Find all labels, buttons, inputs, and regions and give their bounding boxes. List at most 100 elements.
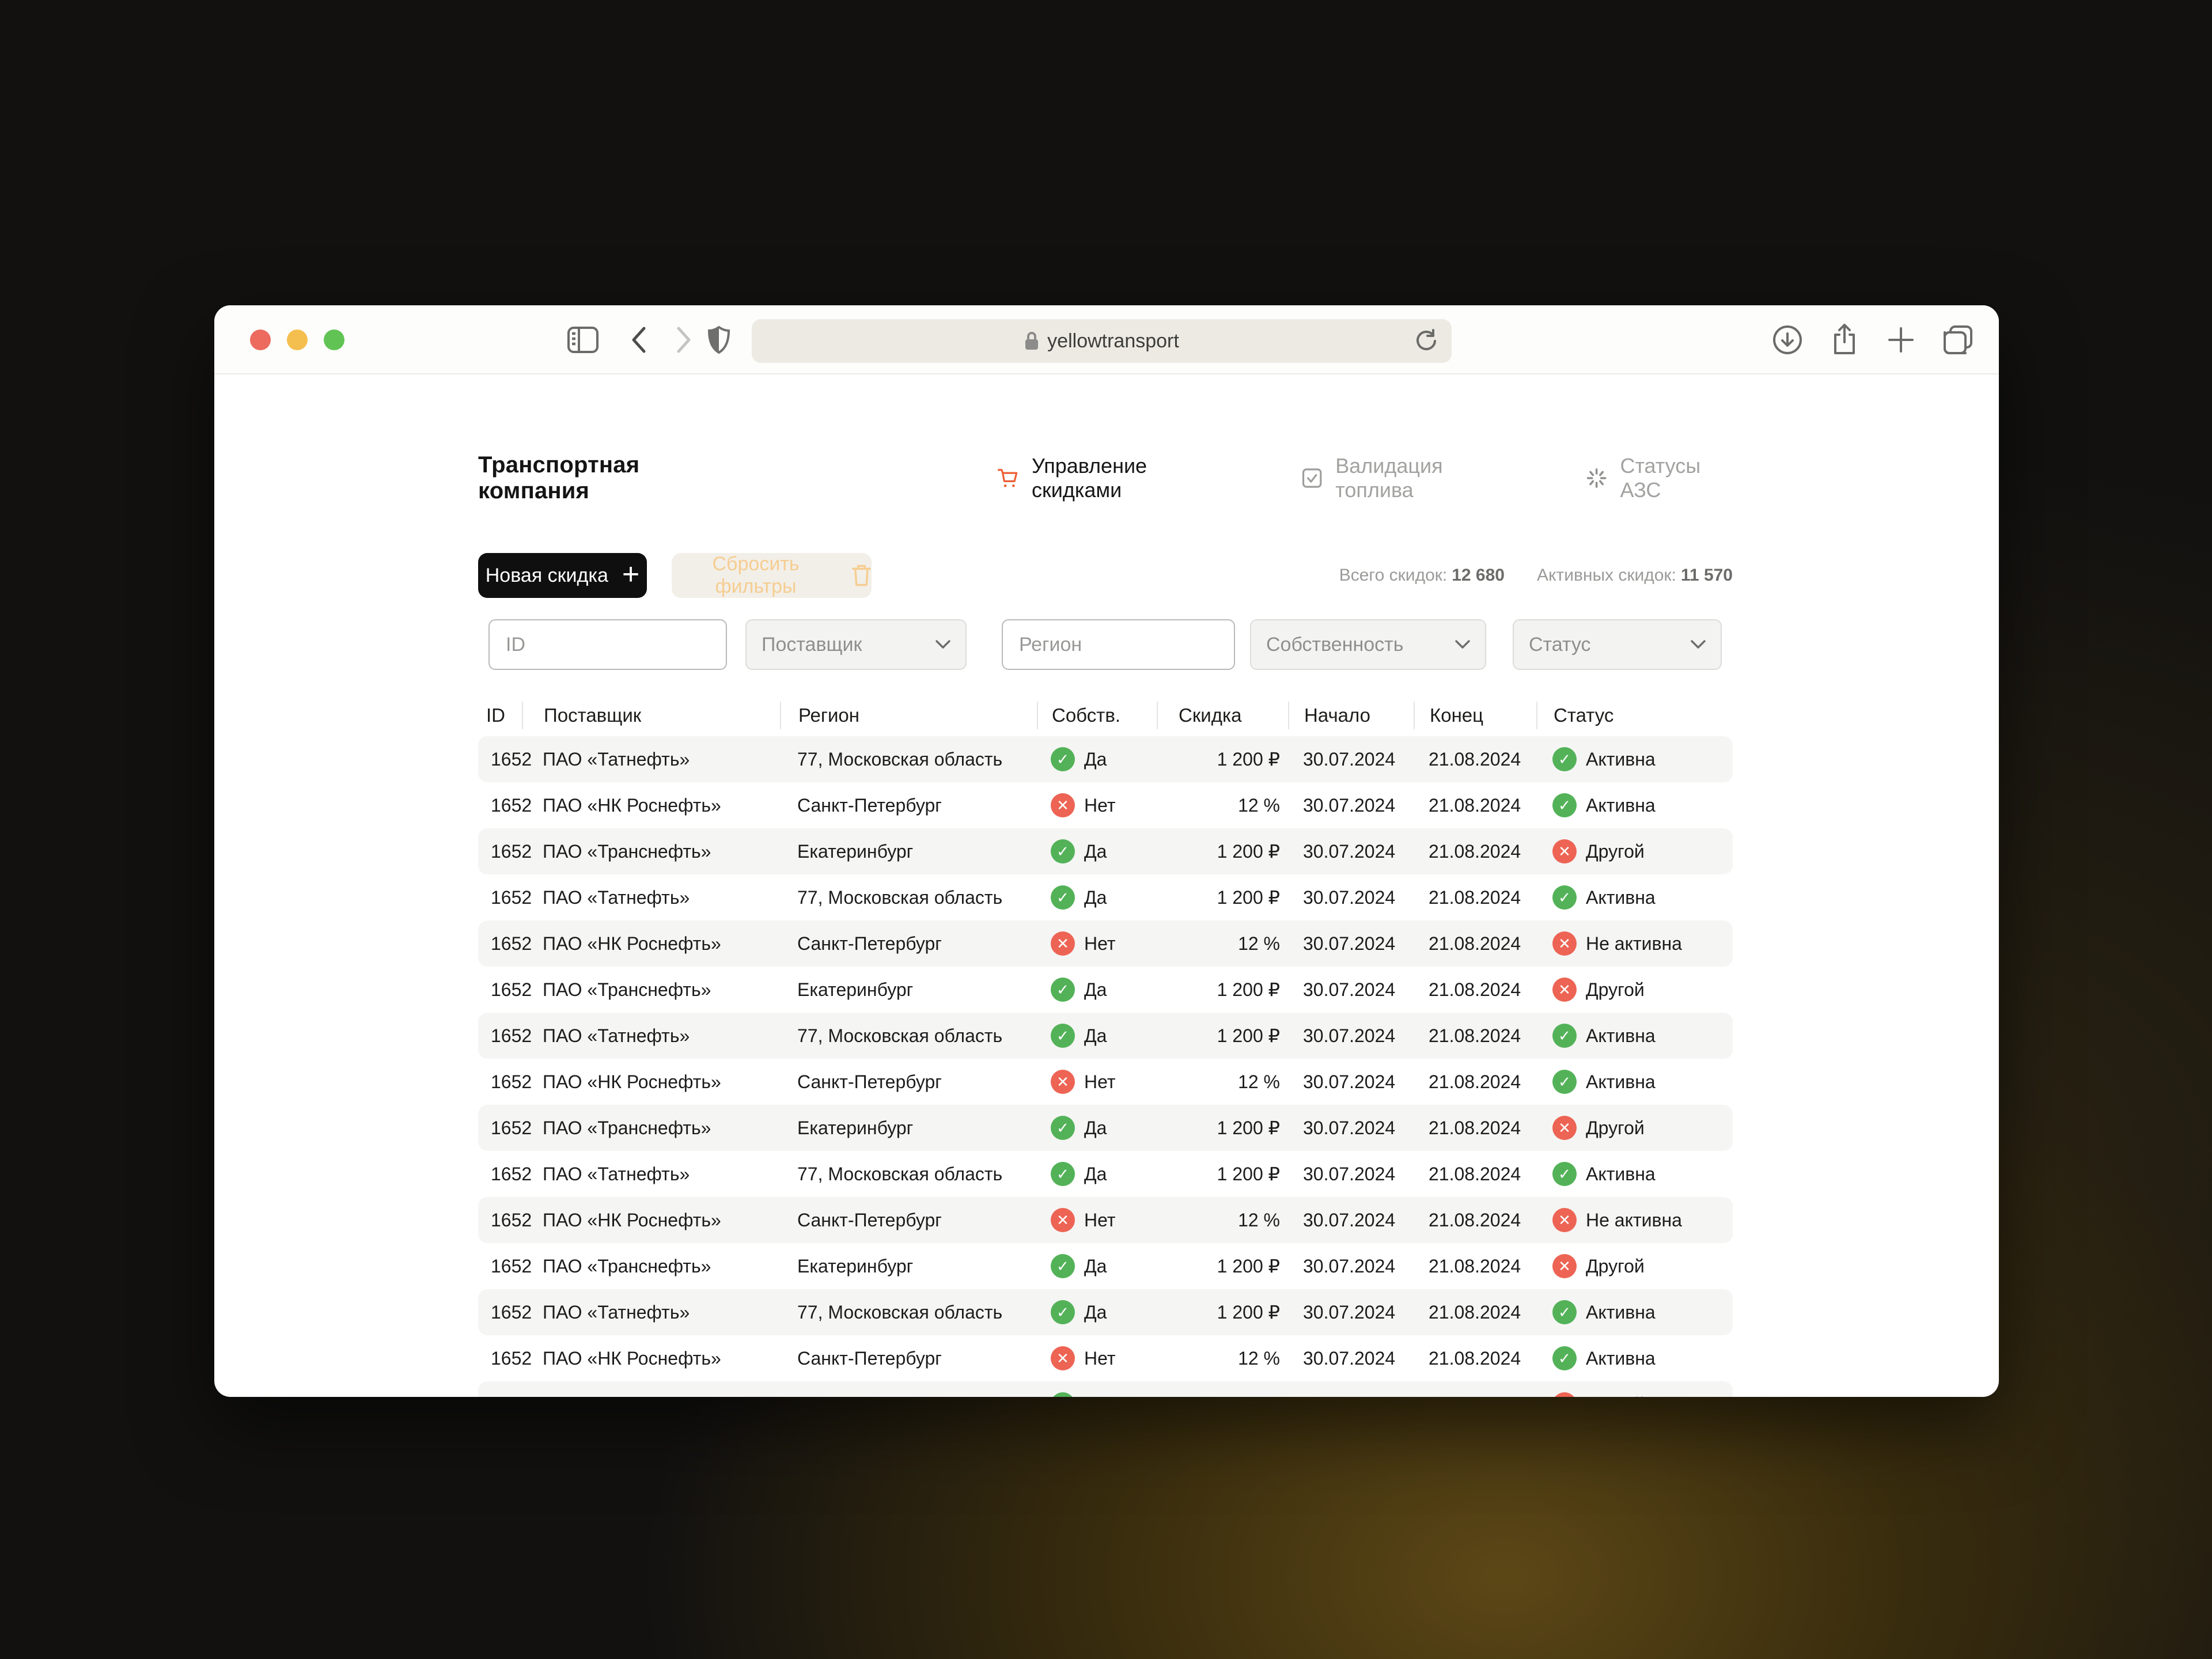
status-label: Другой bbox=[1586, 1394, 1645, 1397]
page-title: Транспортная компания bbox=[478, 452, 728, 504]
status-label: Активна bbox=[1586, 1071, 1656, 1093]
ownership-no-icon: ✕ bbox=[1051, 931, 1075, 956]
status-label: Другой bbox=[1586, 1256, 1645, 1277]
nav-item-fuel-validation[interactable]: Валидация топлива bbox=[1301, 454, 1505, 502]
status-filter-select[interactable]: Статус bbox=[1513, 619, 1722, 670]
table-row[interactable]: 1652ПАО «Татнефть»77, Московская область… bbox=[478, 1013, 1733, 1059]
tab-overview-button[interactable] bbox=[1940, 305, 1976, 374]
table-row[interactable]: 1652ПАО «НК Роснефть»Санкт-Петербург✕Нет… bbox=[478, 1335, 1733, 1381]
download-icon bbox=[1772, 325, 1802, 355]
total-discounts-stat: Всего скидок:12 680 bbox=[1339, 566, 1505, 585]
status-active-icon: ✓ bbox=[1552, 1070, 1577, 1094]
cell-discount: 1 200 ₽ bbox=[1157, 748, 1288, 770]
cell-region: Екатеринбург bbox=[780, 841, 1037, 862]
browser-window: yellowtransport bbox=[214, 305, 1999, 1397]
status-active-icon: ✓ bbox=[1552, 1024, 1577, 1048]
cell-supplier: ПАО «Транснефть» bbox=[522, 1394, 780, 1397]
cell-id: 1652 bbox=[478, 1025, 522, 1047]
cell-status: ✕Другой bbox=[1536, 978, 1733, 1002]
status-inactive-icon: ✕ bbox=[1552, 1392, 1577, 1397]
cell-end-date: 21.08.2024 bbox=[1414, 1164, 1536, 1185]
cell-start-date: 30.07.2024 bbox=[1288, 1256, 1414, 1277]
column-header-region: Регион bbox=[780, 702, 1037, 729]
table-row[interactable]: 1652ПАО «НК Роснефть»Санкт-Петербург✕Нет… bbox=[478, 1059, 1733, 1105]
sidebar-toggle-button[interactable] bbox=[566, 305, 600, 374]
column-header-end: Конец bbox=[1414, 702, 1536, 729]
cell-status: ✓Активна bbox=[1536, 885, 1733, 910]
cell-supplier: ПАО «Транснефть» bbox=[522, 1256, 780, 1277]
cell-ownership: ✕Нет bbox=[1037, 793, 1157, 817]
cell-discount: 1 200 ₽ bbox=[1157, 1393, 1288, 1397]
cell-end-date: 21.08.2024 bbox=[1414, 1302, 1536, 1323]
zoom-window-button[interactable] bbox=[324, 329, 344, 350]
active-discounts-label: Активных скидок: bbox=[1537, 566, 1676, 585]
lock-icon bbox=[1024, 331, 1039, 351]
cell-end-date: 21.08.2024 bbox=[1414, 933, 1536, 955]
cell-region: Санкт-Петербург bbox=[780, 1071, 1037, 1093]
cell-status: ✕ Другой bbox=[1536, 1392, 1733, 1397]
cell-start-date: 30.07.2024 bbox=[1288, 979, 1414, 1001]
cell-supplier: ПАО «Транснефть» bbox=[522, 1118, 780, 1139]
ownership-label: Нет bbox=[1084, 795, 1116, 816]
ownership-label: Нет bbox=[1084, 1210, 1116, 1231]
downloads-button[interactable] bbox=[1771, 305, 1804, 374]
table-row[interactable]: 1652ПАО «НК Роснефть»Санкт-Петербург✕Нет… bbox=[478, 921, 1733, 967]
forward-button[interactable] bbox=[669, 305, 698, 374]
table-row[interactable]: 1652ПАО «Транснефть»Екатеринбург✓Да1 200… bbox=[478, 828, 1733, 874]
status-inactive-icon: ✕ bbox=[1552, 931, 1577, 956]
app-header: Транспортная компания Управление скидкам… bbox=[478, 449, 1733, 507]
table-row[interactable]: 1652ПАО «Татнефть»77, Московская область… bbox=[478, 1151, 1733, 1197]
cell-start-date: 30.07.2024 bbox=[1288, 1348, 1414, 1369]
ownership-filter-select[interactable]: Собственность bbox=[1250, 619, 1486, 670]
table-row[interactable]: 1652ПАО «Татнефть»77, Московская область… bbox=[478, 874, 1733, 921]
desktop-background: { "browser": { "url": "yellowtransport",… bbox=[0, 0, 2212, 1659]
nav-item-station-statuses[interactable]: Статусы АЗС bbox=[1586, 454, 1733, 502]
chevron-left-icon bbox=[630, 326, 647, 354]
sidebar-icon bbox=[567, 326, 599, 354]
privacy-report-button[interactable] bbox=[703, 305, 735, 374]
minimize-window-button[interactable] bbox=[287, 329, 308, 350]
new-discount-button[interactable]: Новая скидка + bbox=[478, 553, 647, 598]
cell-supplier: ПАО «Татнефть» bbox=[522, 749, 780, 770]
cell-end-date: 21.08.2024 bbox=[1414, 795, 1536, 816]
cell-id: 1652 bbox=[478, 841, 522, 862]
status-inactive-icon: ✕ bbox=[1552, 978, 1577, 1002]
table-row[interactable]: 1652ПАО «Транснефть»Екатеринбург✓Да1 200… bbox=[478, 1243, 1733, 1289]
ownership-label: Да bbox=[1084, 749, 1107, 770]
cell-supplier: ПАО «Транснефть» bbox=[522, 841, 780, 862]
new-tab-button[interactable] bbox=[1885, 305, 1917, 374]
cell-start-date: 30.07.2024 bbox=[1288, 749, 1414, 770]
ownership-label: Да bbox=[1084, 1164, 1107, 1185]
cell-ownership: ✕Нет bbox=[1037, 1346, 1157, 1370]
table-row[interactable]: 1652ПАО «Татнефть»77, Московская область… bbox=[478, 736, 1733, 782]
cell-id: 1652 bbox=[478, 1164, 522, 1185]
close-window-button[interactable] bbox=[250, 329, 271, 350]
status-label: Активна bbox=[1586, 1348, 1656, 1369]
table-row[interactable]: 1652ПАО «Татнефть»77, Московская область… bbox=[478, 1289, 1733, 1335]
supplier-filter-select[interactable]: Поставщик bbox=[745, 619, 967, 670]
cell-start-date: 30.07.2024 bbox=[1288, 1164, 1414, 1185]
cell-supplier: ПАО «Транснефть» bbox=[522, 979, 780, 1001]
cell-region: 77, Московская область bbox=[780, 1025, 1037, 1047]
cell-discount: 1 200 ₽ bbox=[1157, 1163, 1288, 1185]
status-label: Другой bbox=[1586, 841, 1645, 862]
id-filter-input[interactable] bbox=[488, 619, 727, 670]
table-row[interactable]: 1652ПАО «Транснефть»Екатеринбург✓Да1 200… bbox=[478, 967, 1733, 1013]
reset-filters-button[interactable]: Сбросить фильтры bbox=[672, 553, 872, 598]
active-discounts-value: 11 570 bbox=[1681, 566, 1733, 585]
address-bar[interactable]: yellowtransport bbox=[752, 319, 1452, 363]
cell-id: 1652 bbox=[478, 933, 522, 955]
share-button[interactable] bbox=[1827, 305, 1862, 374]
table-row[interactable]: 1652ПАО «Транснефть»Екатеринбург✓Да1 200… bbox=[478, 1105, 1733, 1151]
cell-ownership: ✓Да bbox=[1037, 747, 1157, 771]
region-filter-input[interactable] bbox=[1002, 619, 1235, 670]
table-row[interactable]: 1652ПАО «НК Роснефть»Санкт-Петербург✕Нет… bbox=[478, 782, 1733, 828]
cell-id: 1652 bbox=[478, 1348, 522, 1369]
table-row[interactable]: 1652ПАО «НК Роснефть»Санкт-Петербург✕Нет… bbox=[478, 1197, 1733, 1243]
table-row[interactable]: 1652ПАО «Транснефть»Екатеринбург✓Да1 200… bbox=[478, 1381, 1733, 1397]
reload-button[interactable] bbox=[1414, 327, 1439, 358]
cell-status: ✓Активна bbox=[1536, 1346, 1733, 1370]
nav-item-discounts[interactable]: Управление скидками bbox=[997, 454, 1219, 502]
cell-region: 77, Московская область bbox=[780, 1164, 1037, 1185]
back-button[interactable] bbox=[624, 305, 653, 374]
